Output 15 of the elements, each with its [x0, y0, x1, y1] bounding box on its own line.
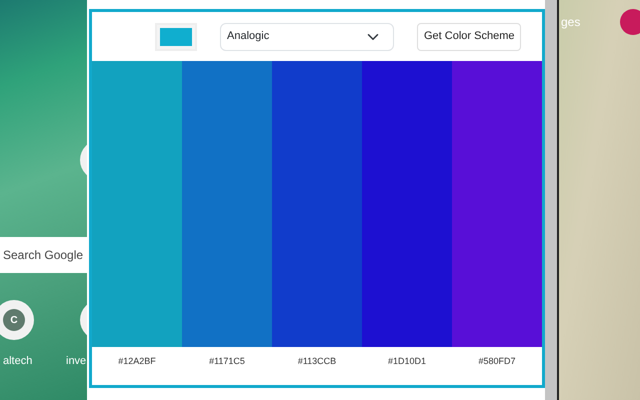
hex-label: #113CCB	[298, 356, 336, 366]
color-picker[interactable]	[155, 22, 197, 50]
mode-dropdown[interactable]: Analogic	[220, 22, 394, 50]
avatar-circle[interactable]	[620, 9, 640, 35]
hex-label: #1171C5	[209, 356, 245, 366]
shortcut-label[interactable]: altech	[3, 353, 32, 370]
shortcut-tile[interactable]: C	[0, 300, 34, 340]
shortcut-label[interactable]: inve	[66, 353, 86, 370]
search-field[interactable]: Search Google	[0, 237, 87, 273]
hex-label: #580FD7	[478, 356, 516, 366]
hex-label: #12A2BF	[118, 356, 156, 366]
get-color-scheme-button[interactable]: Get Color Scheme	[417, 22, 522, 50]
scrollbar[interactable]	[545, 0, 557, 400]
shortcut-initial: C	[3, 309, 25, 331]
hex-label: #1D10D1	[388, 356, 426, 366]
